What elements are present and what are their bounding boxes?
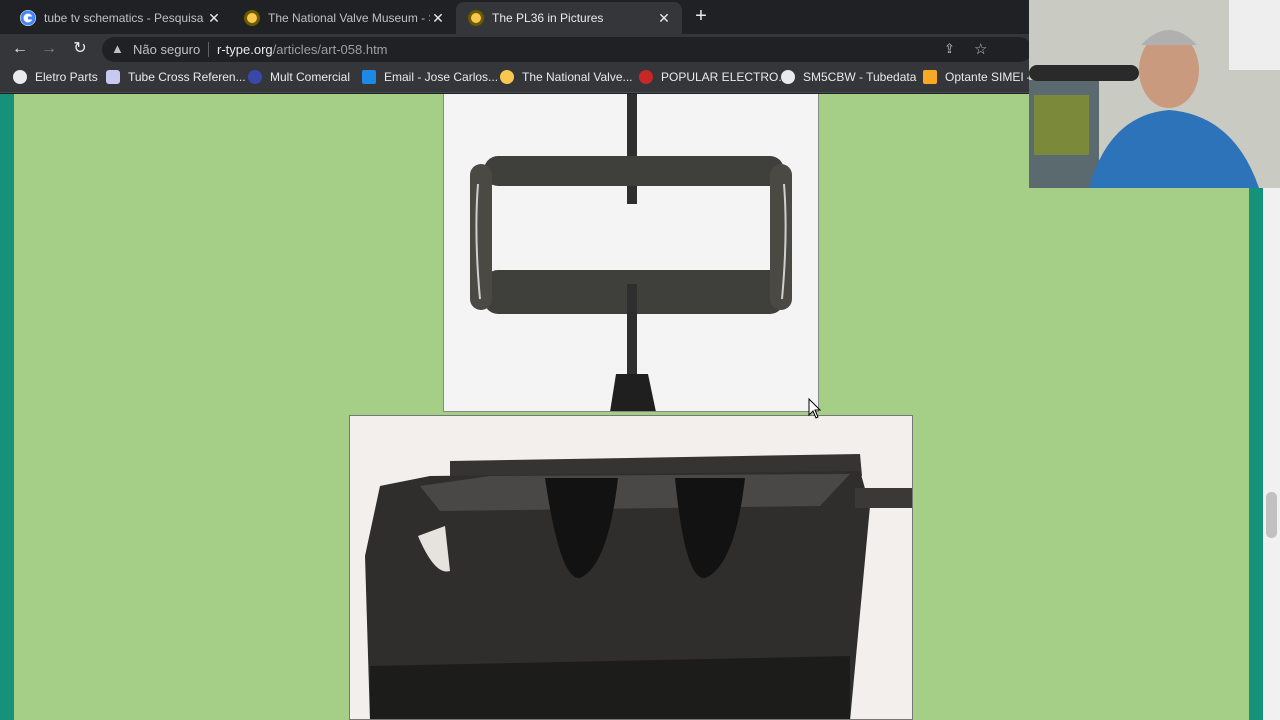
arrow-icon [923,70,937,84]
bookmark-popular-electronics[interactable]: POPULAR ELECTRO... [639,70,788,84]
bookmark-label: Email - Jose Carlos... [384,70,499,84]
reload-button[interactable]: ↻ [69,38,91,60]
bookmark-label: Optante SIMEI – [945,70,1034,84]
mouse-cursor-icon [808,398,822,419]
bookmark-label: The National Valve... [522,70,633,84]
forward-button[interactable]: → [38,38,60,60]
google-icon [20,10,36,26]
bookmark-tubedata[interactable]: SM5CBW - Tubedata [781,70,916,84]
address-bar[interactable]: ▲ Não seguro r-type.org/articles/art-058… [102,37,1032,62]
globe-icon [781,70,795,84]
webcam-overlay [1029,0,1280,188]
tab-valve-museum[interactable]: The National Valve Museum - Se ✕ [232,2,456,34]
bookmark-label: SM5CBW - Tubedata [803,70,917,84]
url-path: /articles/art-058.htm [272,42,388,57]
url-text[interactable]: r-type.org/articles/art-058.htm [217,42,388,57]
m-icon [248,70,262,84]
scrollbar-thumb[interactable] [1266,492,1277,538]
bookmark-label: Mult Comercial [270,70,351,84]
bookmark-national-valve[interactable]: The National Valve... [500,70,633,84]
valve-icon [500,70,514,84]
close-icon[interactable]: ✕ [656,10,672,27]
divider [208,42,209,57]
new-tab-button[interactable]: + [690,4,712,28]
bookmark-star-icon[interactable]: ☆ [974,40,987,58]
bookmark-email[interactable]: Email - Jose Carlos... [362,70,498,84]
close-icon[interactable]: ✕ [430,10,446,27]
grid-photo [443,94,819,412]
tab-title: The National Valve Museum - Se [268,11,430,25]
bookmark-optante-simei[interactable]: Optante SIMEI – [923,70,1034,84]
pin-icon [639,70,653,84]
bookmark-mult-comercial[interactable]: Mult Comercial [248,70,350,84]
bookmark-label: Tube Cross Referen... [128,70,246,84]
tab-title: The PL36 in Pictures [492,11,604,25]
tab-pl36-pictures[interactable]: The PL36 in Pictures ✕ [456,2,682,34]
bookmark-label: POPULAR ELECTRO... [661,70,789,84]
globe-icon [13,70,27,84]
anode-photo [349,415,913,720]
close-icon[interactable]: ✕ [206,10,222,27]
bookmark-tube-cross-reference[interactable]: Tube Cross Referen... [106,70,246,84]
outlook-icon [362,70,376,84]
tube-icon [106,70,120,84]
left-border-strip [0,94,14,720]
valve-icon [244,10,260,26]
security-label[interactable]: Não seguro [133,42,200,57]
url-host: r-type.org [217,42,273,57]
share-icon[interactable]: ⇪ [944,41,955,57]
tab-google-search[interactable]: tube tv schematics - Pesquisa Go ✕ [8,2,232,34]
tab-title: tube tv schematics - Pesquisa Go [44,11,206,25]
back-button[interactable]: ← [9,38,31,60]
warning-icon[interactable]: ▲ [111,41,124,56]
bookmark-eletro-parts[interactable]: Eletro Parts [13,70,98,84]
bookmark-label: Eletro Parts [35,70,98,84]
valve-icon [468,10,484,26]
